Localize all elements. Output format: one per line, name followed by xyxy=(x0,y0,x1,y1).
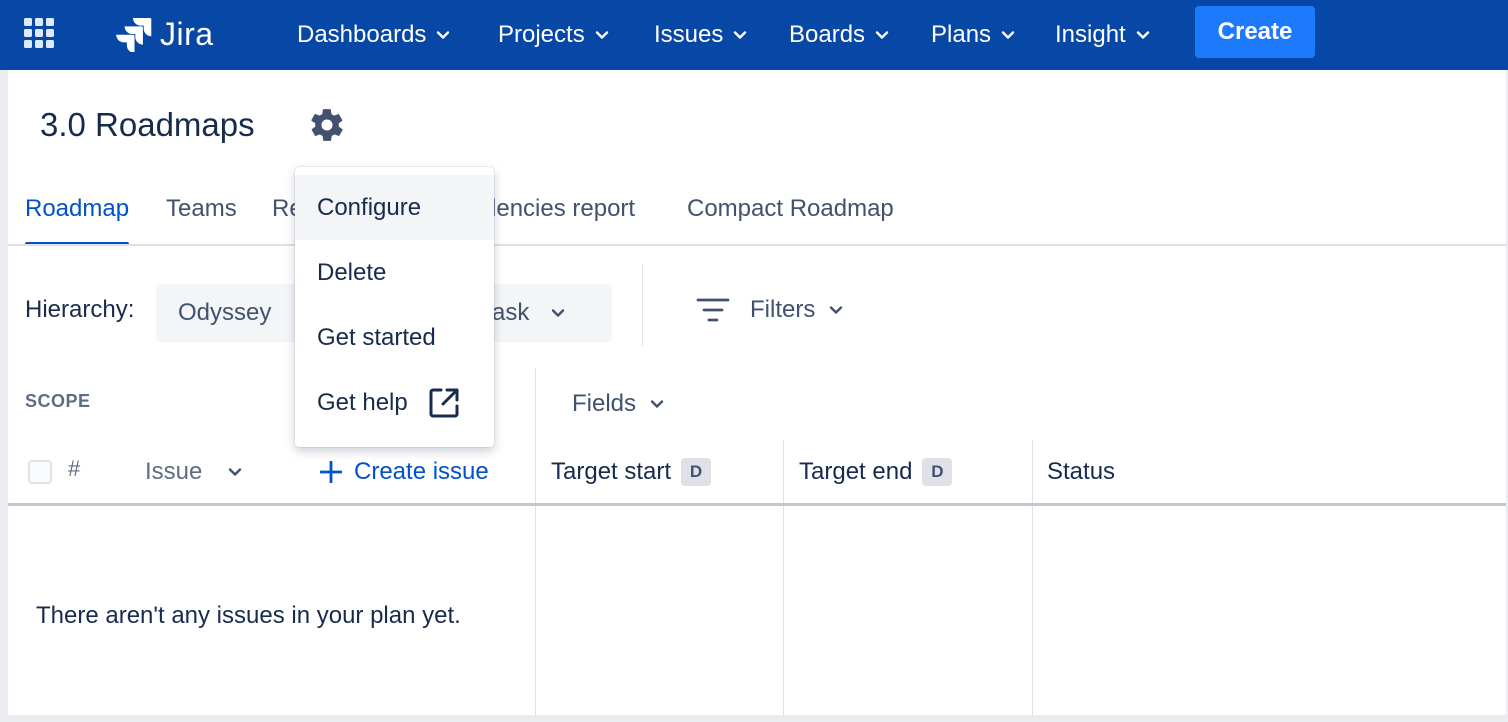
nav-projects-label: Projects xyxy=(498,21,585,48)
target-start-column-header[interactable]: Target start D xyxy=(551,458,712,486)
page-title: 3.0 Roadmaps xyxy=(40,106,255,143)
hierarchy-to-value: ask xyxy=(492,299,530,326)
plan-page: 3.0 Roadmaps Roadmap Teams Re dencies re… xyxy=(8,70,1506,715)
chevron-down-icon xyxy=(830,306,843,314)
menu-item-delete[interactable]: Delete xyxy=(295,240,494,305)
menu-item-get-help[interactable]: Get help xyxy=(295,370,494,435)
filter-icon xyxy=(696,298,730,322)
column-divider xyxy=(1032,440,1033,715)
menu-item-label: Get started xyxy=(317,323,436,351)
nav-dashboards-label: Dashboards xyxy=(297,21,427,48)
chevron-down-icon xyxy=(229,468,242,476)
table-header-divider xyxy=(8,503,1506,506)
jira-logo[interactable]: Jira xyxy=(116,12,214,56)
chevron-down-icon xyxy=(437,31,450,39)
target-start-label: Target start xyxy=(551,458,672,485)
menu-item-label: Configure xyxy=(317,193,422,221)
external-link-icon xyxy=(429,388,459,417)
nav-plans-label: Plans xyxy=(931,21,992,48)
jira-logo-icon xyxy=(116,18,152,52)
tab-compact-roadmap[interactable]: Compact Roadmap xyxy=(687,194,894,244)
jira-logo-text: Jira xyxy=(160,15,214,52)
target-end-column-header[interactable]: Target end D xyxy=(799,458,953,486)
filters-label: Filters xyxy=(750,296,816,323)
app-switcher-icon[interactable] xyxy=(22,16,56,50)
hierarchy-label: Hierarchy: xyxy=(25,296,135,323)
column-divider xyxy=(783,440,784,715)
menu-item-label: Get help xyxy=(317,388,408,416)
gear-icon[interactable] xyxy=(308,106,346,144)
chevron-down-icon xyxy=(1136,31,1149,39)
create-issue-button[interactable]: Create issue xyxy=(320,458,489,486)
toolbar-divider xyxy=(642,264,643,346)
rank-column-header: # xyxy=(68,456,81,481)
status-column-header[interactable]: Status xyxy=(1047,458,1115,486)
chevron-down-icon xyxy=(1001,31,1015,39)
fields-button[interactable]: Fields xyxy=(572,390,664,418)
target-end-label: Target end xyxy=(799,458,913,485)
chevron-down-icon xyxy=(595,31,608,39)
filters-button[interactable]: Filters xyxy=(696,296,843,324)
nav-issues-label: Issues xyxy=(654,21,724,48)
status-label: Status xyxy=(1047,458,1116,485)
date-badge: D xyxy=(681,458,712,486)
scope-label: SCOPE xyxy=(25,391,91,411)
settings-menu: Configure Delete Get started Get help xyxy=(295,167,494,447)
scope-column-divider[interactable] xyxy=(535,368,536,715)
chevron-down-icon xyxy=(650,400,664,408)
chevron-down-icon xyxy=(734,31,747,39)
tab-dependencies-report[interactable]: dencies report xyxy=(483,194,635,244)
empty-state-message: There aren't any issues in your plan yet… xyxy=(36,602,461,629)
menu-item-configure[interactable]: Configure xyxy=(295,175,494,240)
hierarchy-from-select[interactable]: Odyssey xyxy=(156,284,316,342)
create-button[interactable]: Create xyxy=(1195,6,1315,58)
create-issue-label: Create issue xyxy=(354,458,489,485)
nav-insight[interactable]: Insight xyxy=(1055,15,1150,55)
tab-roadmap[interactable]: Roadmap xyxy=(25,194,130,246)
nav-boards[interactable]: Boards xyxy=(789,15,889,55)
nav-insight-label: Insight xyxy=(1055,21,1126,48)
issue-column-label: Issue xyxy=(145,458,203,485)
nav-issues[interactable]: Issues xyxy=(654,15,747,55)
menu-item-get-started[interactable]: Get started xyxy=(295,305,494,370)
tab-teams[interactable]: Teams xyxy=(166,194,237,244)
date-badge: D xyxy=(922,458,953,486)
fields-label: Fields xyxy=(572,390,637,417)
hierarchy-from-value: Odyssey xyxy=(178,299,272,326)
nav-plans[interactable]: Plans xyxy=(931,15,1015,55)
chevron-down-icon xyxy=(552,309,565,317)
plus-icon xyxy=(320,461,342,483)
top-navigation: Jira Dashboards Projects Issues Boards P… xyxy=(0,0,1508,70)
nav-projects[interactable]: Projects xyxy=(498,15,609,55)
menu-item-label: Delete xyxy=(317,258,387,286)
issue-column-header[interactable]: Issue xyxy=(145,458,242,486)
tabs-divider xyxy=(8,244,1506,246)
select-all-checkbox[interactable] xyxy=(28,460,52,484)
nav-dashboards[interactable]: Dashboards xyxy=(297,15,450,55)
nav-boards-label: Boards xyxy=(789,21,866,48)
chevron-down-icon xyxy=(875,31,889,39)
